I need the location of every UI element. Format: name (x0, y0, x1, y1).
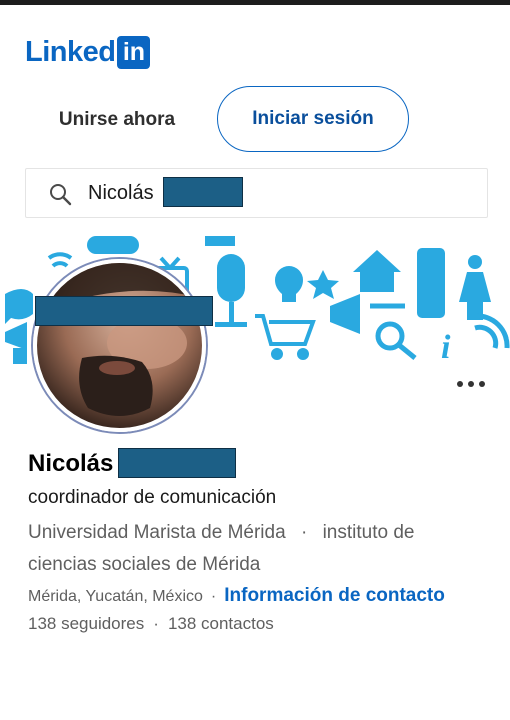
join-now-button[interactable]: Unirse ahora (42, 102, 192, 138)
more-options-icon[interactable] (454, 374, 488, 394)
logo-wordmark: Linked (25, 36, 116, 68)
logo-in-box: in (117, 36, 151, 69)
search-bar[interactable]: Nicolás (25, 168, 488, 218)
profile-name: Nicolás (28, 450, 114, 477)
wifi-icon (47, 252, 73, 268)
linkedin-public-profile-page: Linked in Unirse ahora Iniciar sesión Ni… (0, 0, 510, 720)
microphone-icon (215, 254, 247, 327)
chat-bubble-icon (5, 289, 33, 324)
search-icon (375, 321, 417, 360)
redaction-bar (163, 177, 243, 207)
education-separator: · (300, 522, 308, 543)
megaphone-icon (330, 294, 360, 334)
megaphone-icon (5, 322, 27, 350)
profile-education: Universidad Marista de Mérida · institut… (28, 517, 468, 581)
person-icon (459, 255, 491, 320)
sms-icon (87, 236, 139, 254)
tablet-icon (205, 236, 235, 246)
connections-count: 138 contactos (167, 614, 274, 633)
shopping-cart-icon (255, 314, 316, 360)
profile-location: Mérida, Yucatán, México (28, 588, 203, 605)
info-icon: i (441, 329, 451, 364)
lightbulb-icon (275, 266, 303, 302)
profile-location-row: Mérida, Yucatán, México · Información de… (28, 585, 445, 607)
profile-stats-row: 138 seguidores · 138 contactos (28, 614, 274, 634)
search-query: Nicolás (88, 182, 154, 204)
search-icon (50, 184, 72, 206)
linkedin-logo[interactable]: Linked in (25, 36, 151, 69)
mobile-phone-icon (417, 248, 445, 318)
redaction-bar (118, 448, 236, 478)
education-primary[interactable]: Universidad Marista de Mérida (28, 522, 286, 543)
stats-separator: · (153, 614, 159, 633)
contact-info-link[interactable]: Información de contacto (224, 585, 445, 607)
location-separator: · (210, 588, 217, 605)
house-icon (353, 250, 401, 292)
redaction-bar (35, 296, 213, 326)
profile-name-row: Nicolás (28, 450, 113, 478)
star-icon (307, 270, 339, 299)
profile-photo[interactable] (33, 259, 206, 432)
wifi-icon (474, 313, 510, 349)
tablet-icon (13, 348, 27, 364)
profile-photo-image (37, 263, 202, 428)
followers-count: 138 seguidores (28, 614, 145, 633)
top-status-bar (0, 0, 510, 5)
profile-headline: coordinador de comunicación (28, 487, 277, 508)
sign-in-button[interactable]: Iniciar sesión (217, 86, 409, 152)
